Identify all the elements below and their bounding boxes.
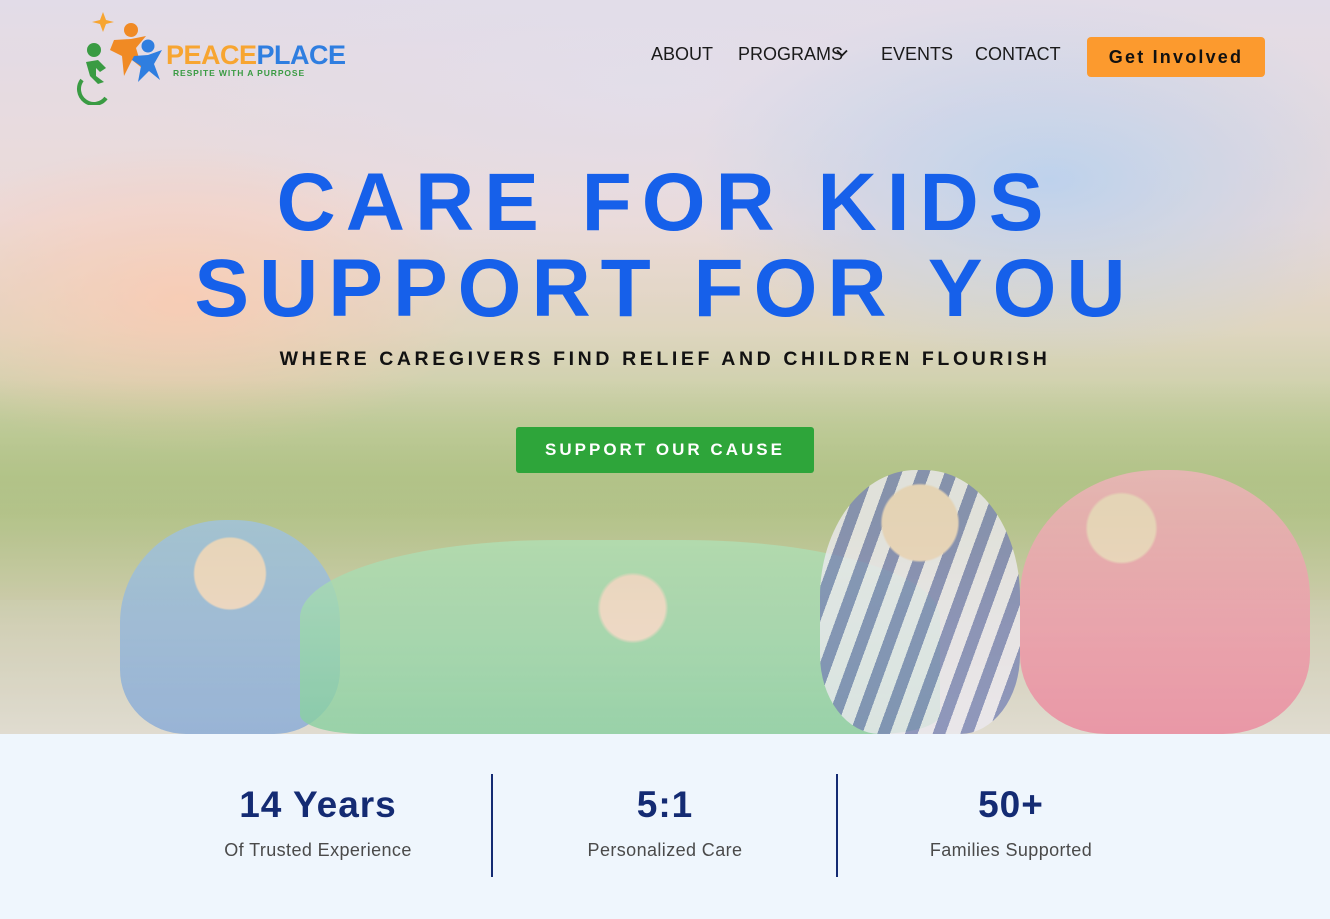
hero-headline-line-1: CARE FOR KIDS xyxy=(276,157,1054,248)
chevron-down-icon xyxy=(836,49,848,57)
hero-headline-line-2: SUPPORT FOR YOU xyxy=(194,243,1136,334)
hero-section: PEACEPLACE RESPITE WITH A PURPOSE ABOUT … xyxy=(0,0,1330,734)
stat-value: 5:1 xyxy=(636,784,694,825)
brand-name: PEACEPLACE xyxy=(166,40,346,70)
nav-item-programs-label: PROGRAMS xyxy=(738,44,844,64)
site-header: PEACEPLACE RESPITE WITH A PURPOSE ABOUT … xyxy=(0,0,1330,115)
support-our-cause-button[interactable]: SUPPORT OUR CAUSE xyxy=(516,427,814,473)
brand-tagline: RESPITE WITH A PURPOSE xyxy=(173,68,306,78)
nav-item-events[interactable]: EVENTS xyxy=(881,44,953,65)
stat-ratio: 5:1 Personalized Care xyxy=(492,774,838,861)
peaceplace-figures-icon xyxy=(77,12,162,106)
stat-families: 50+ Families Supported xyxy=(838,774,1184,861)
stat-value: 14 Years xyxy=(239,784,397,825)
nav-item-contact[interactable]: CONTACT xyxy=(975,44,1061,65)
nav-item-programs[interactable]: PROGRAMS xyxy=(738,44,848,65)
stats-section: 14 Years Of Trusted Experience 5:1 Perso… xyxy=(0,734,1330,919)
hero-subheadline: WHERE CAREGIVERS FIND RELIEF AND CHILDRE… xyxy=(279,348,1051,370)
stat-years: 14 Years Of Trusted Experience xyxy=(145,774,491,861)
get-involved-button[interactable]: Get Involved xyxy=(1087,37,1265,77)
stat-value: 50+ xyxy=(978,784,1044,825)
peaceplace-logo[interactable]: PEACEPLACE RESPITE WITH A PURPOSE xyxy=(76,10,346,106)
nav-item-about[interactable]: ABOUT xyxy=(651,44,713,65)
stat-label: Personalized Care xyxy=(587,840,743,860)
stat-label: Of Trusted Experience xyxy=(224,840,412,860)
stat-label: Families Supported xyxy=(929,840,1093,860)
